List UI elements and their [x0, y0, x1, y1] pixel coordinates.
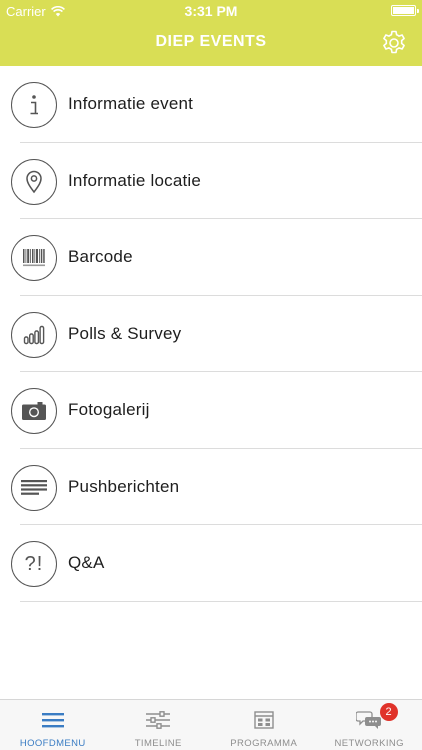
menu-item-label: Pushberichten	[68, 476, 180, 496]
menu-item-label: Fotogalerij	[68, 400, 150, 419]
tab-timeline[interactable]: TIMELINE	[106, 700, 212, 750]
tab-label: TIMELINE	[134, 738, 182, 749]
tab-label: NETWORKING	[334, 738, 404, 749]
tab-networking[interactable]: 2 NETWORKING	[317, 700, 422, 750]
tab-programma[interactable]: PROGRAMMA	[211, 700, 317, 750]
calendar-icon	[254, 711, 274, 729]
location-pin-icon	[11, 158, 57, 205]
menu-item-polls-survey[interactable]: Polls & Survey	[0, 296, 422, 373]
menu-item-label: Barcode	[68, 247, 133, 266]
status-bar: Carrier 3:31 PM	[0, 0, 422, 22]
bar-chart-icon	[11, 311, 57, 358]
page-title: DIEP EVENTS	[155, 33, 267, 50]
camera-icon	[11, 388, 57, 434]
status-time: 3:31 PM	[184, 3, 238, 19]
question-exclamation-icon: ?!	[11, 541, 57, 587]
battery-icon	[391, 5, 419, 16]
menu-item-label: Polls & Survey	[68, 323, 182, 343]
barcode-icon	[11, 235, 57, 281]
menu-item-fotogalerij[interactable]: Fotogalerij	[0, 372, 422, 449]
menu-item-informatie-locatie[interactable]: Informatie locatie	[0, 143, 422, 220]
header: Carrier 3:31 PM DIEP EVENTS	[0, 0, 422, 66]
menu-item-label: Informatie locatie	[68, 170, 202, 190]
main-menu: Informatie event Informatie locatie Barc…	[0, 66, 422, 602]
menu-item-label: Q&A	[68, 553, 105, 572]
tab-label: HOOFDMENU	[19, 738, 86, 749]
hamburger-icon	[41, 713, 64, 728]
chat-bubbles-icon	[356, 711, 382, 729]
tab-hoofdmenu[interactable]: HOOFDMENU	[0, 700, 106, 750]
tab-bar: HOOFDMENU TIMELINE PROGRAMMA 2 NETWORKIN…	[0, 699, 422, 750]
menu-item-pushberichten[interactable]: Pushberichten	[0, 449, 422, 526]
gear-icon[interactable]	[380, 29, 408, 57]
qa-glyph: ?!	[24, 552, 44, 575]
tab-label: PROGRAMMA	[230, 738, 298, 749]
menu-item-label: Informatie event	[68, 94, 194, 113]
notification-badge: 2	[379, 703, 398, 721]
message-lines-icon	[11, 464, 57, 511]
sliders-icon	[146, 711, 171, 729]
menu-item-qa[interactable]: ?! Q&A	[0, 525, 422, 602]
menu-item-informatie-event[interactable]: Informatie event	[0, 66, 422, 143]
info-icon	[11, 82, 57, 128]
menu-item-barcode[interactable]: Barcode	[0, 219, 422, 296]
